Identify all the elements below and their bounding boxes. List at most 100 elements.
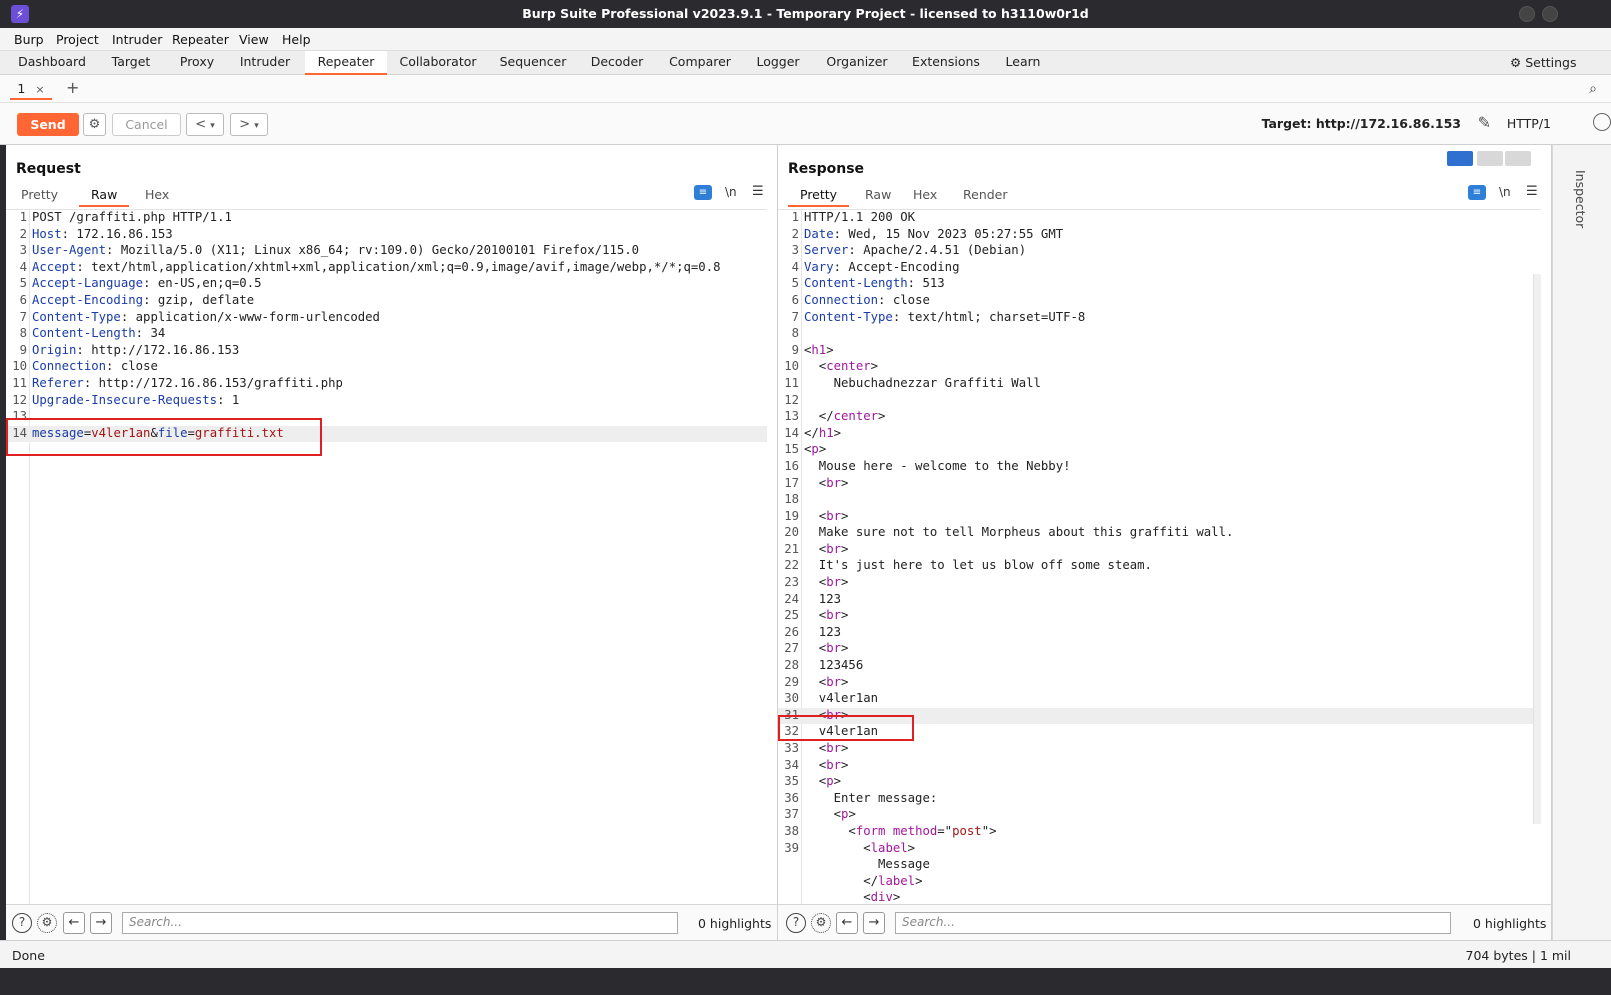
arrow-right-icon[interactable]: → (863, 912, 885, 934)
settings-button[interactable]: ⚙ Settings (1510, 55, 1611, 70)
line-code: <br> (804, 741, 849, 755)
code-token: > (841, 674, 849, 689)
tab-repeater[interactable]: Repeater (305, 51, 387, 75)
send-button[interactable]: Send (17, 113, 79, 136)
menu-burp[interactable]: Burp (14, 32, 44, 47)
response-scrollbar[interactable] (1533, 274, 1541, 824)
code-token: Content-Length (804, 276, 908, 291)
tab-dashboard[interactable]: Dashboard (8, 51, 96, 75)
tab-target[interactable]: Target (100, 51, 162, 75)
inspector-panel[interactable]: Inspector (1552, 145, 1611, 940)
minimize-button[interactable] (1519, 6, 1535, 22)
code-token: : en-US,en;q=0.5 (143, 276, 262, 291)
help-icon[interactable] (1593, 113, 1611, 131)
menu-project[interactable]: Project (56, 32, 99, 47)
menu-icon[interactable]: ☰ (752, 184, 764, 199)
inspector-label[interactable]: Inspector (1573, 170, 1588, 228)
line-code: Accept-Language: en-US,en;q=0.5 (32, 276, 262, 290)
tab-intruder[interactable]: Intruder (232, 51, 298, 75)
response-tab-render[interactable]: Render (963, 187, 1008, 202)
line-number: 11 (784, 375, 799, 390)
wrap-lines-icon[interactable]: ≡ (694, 185, 712, 200)
tab-proxy[interactable]: Proxy (170, 51, 224, 75)
send-settings-gear-icon[interactable]: ⚙ (83, 113, 106, 136)
code-line: 1 HTTP/1.1 200 OK (778, 210, 1541, 227)
history-back-button[interactable]: < ▾ (186, 113, 224, 136)
code-token: 123 (804, 591, 842, 606)
line-code: <br> (804, 575, 849, 589)
gear-icon[interactable]: ⚙ (811, 913, 831, 933)
response-tab-pretty[interactable]: Pretty (788, 187, 850, 207)
repeater-tab-1[interactable]: 1 × (10, 80, 52, 100)
code-token: br (826, 674, 842, 689)
menu-intruder[interactable]: Intruder (112, 32, 162, 47)
line-number: 38 (784, 823, 799, 838)
tab-comparer[interactable]: Comparer (664, 51, 736, 75)
code-line: 8 (778, 326, 1541, 343)
code-line: 17 <br> (778, 476, 1541, 493)
request-tab-raw[interactable]: Raw (79, 187, 130, 207)
code-token: 123456 (804, 658, 864, 673)
request-editor[interactable]: 1 POST /graffiti.php HTTP/1.1 2 Host: 172.1… (6, 209, 767, 904)
http-version-label[interactable]: HTTP/1 (1507, 116, 1551, 131)
code-token: < (804, 359, 827, 374)
code-token: : Wed, 15 Nov 2023 05:27:55 GMT (833, 226, 1064, 241)
line-number: 4 (19, 259, 27, 274)
code-token: > (915, 873, 923, 888)
help-icon[interactable]: ? (12, 913, 32, 933)
history-forward-button[interactable]: > ▾ (230, 113, 268, 136)
line-code: v4ler1an (804, 691, 878, 705)
help-icon[interactable]: ? (786, 913, 806, 933)
tab-organizer[interactable]: Organizer (820, 51, 894, 75)
menu-view[interactable]: View (239, 32, 269, 47)
code-token: Content-Type (32, 309, 121, 324)
tab-extensions[interactable]: Extensions (908, 51, 984, 75)
line-number: 27 (784, 641, 799, 656)
request-search-input[interactable]: Search... (122, 912, 678, 934)
code-line: 5 Accept-Language: en-US,en;q=0.5 (6, 276, 767, 293)
code-token: : text/html,application/xhtml+xml,applic… (76, 259, 721, 274)
code-line: 2 Host: 172.16.86.153 (6, 227, 767, 244)
request-tab-pretty[interactable]: Pretty (21, 187, 58, 202)
layout-stacked-icon[interactable] (1477, 151, 1503, 166)
request-tab-hex[interactable]: Hex (145, 187, 169, 202)
tab-learn[interactable]: Learn (998, 51, 1048, 75)
wrap-lines-icon[interactable]: ≡ (1468, 185, 1486, 200)
newline-toggle-icon[interactable]: \n (725, 185, 737, 199)
line-number: 18 (784, 492, 799, 507)
code-token: Enter message: (804, 790, 938, 805)
line-code: 123456 (804, 658, 863, 672)
code-token: br (826, 741, 842, 755)
line-number: 5 (19, 276, 27, 291)
code-token: Accept-Language (32, 276, 144, 291)
line-number: 33 (784, 741, 799, 755)
response-search-input[interactable]: Search... (895, 912, 1451, 934)
response-editor[interactable]: 1 HTTP/1.1 200 OK 2 Date: Wed, 15 Nov 2023 … (778, 209, 1541, 904)
chevron-right-icon: > (239, 117, 251, 132)
menu-icon[interactable]: ☰ (1526, 184, 1538, 199)
tab-collaborator[interactable]: Collaborator (392, 51, 484, 75)
arrow-left-icon[interactable]: ← (836, 912, 858, 934)
arrow-right-icon[interactable]: → (90, 912, 112, 934)
code-line: 23 <br> (778, 575, 1541, 592)
response-tab-hex[interactable]: Hex (913, 187, 937, 202)
cancel-button[interactable]: Cancel (112, 113, 181, 136)
gear-icon[interactable]: ⚙ (37, 913, 57, 933)
menu-help[interactable]: Help (282, 32, 311, 47)
tab-logger[interactable]: Logger (750, 51, 806, 75)
layout-tabs-icon[interactable] (1505, 151, 1531, 166)
tab-decoder[interactable]: Decoder (584, 51, 650, 75)
menu-repeater[interactable]: Repeater (172, 32, 229, 47)
edit-target-pencil-icon[interactable]: ✎ (1478, 113, 1491, 132)
search-icon[interactable]: ⌕ (1589, 81, 1597, 97)
close-icon[interactable]: × (35, 83, 44, 96)
add-tab-icon[interactable]: + (66, 78, 79, 97)
tab-sequencer[interactable]: Sequencer (496, 51, 570, 75)
maximize-button[interactable] (1542, 6, 1558, 22)
layout-side-by-side-icon[interactable] (1447, 151, 1473, 166)
response-tab-raw[interactable]: Raw (865, 187, 891, 202)
code-line: 21 <br> (778, 542, 1541, 559)
newline-toggle-icon[interactable]: \n (1499, 185, 1511, 199)
code-token: < (804, 541, 827, 556)
arrow-left-icon[interactable]: ← (63, 912, 85, 934)
